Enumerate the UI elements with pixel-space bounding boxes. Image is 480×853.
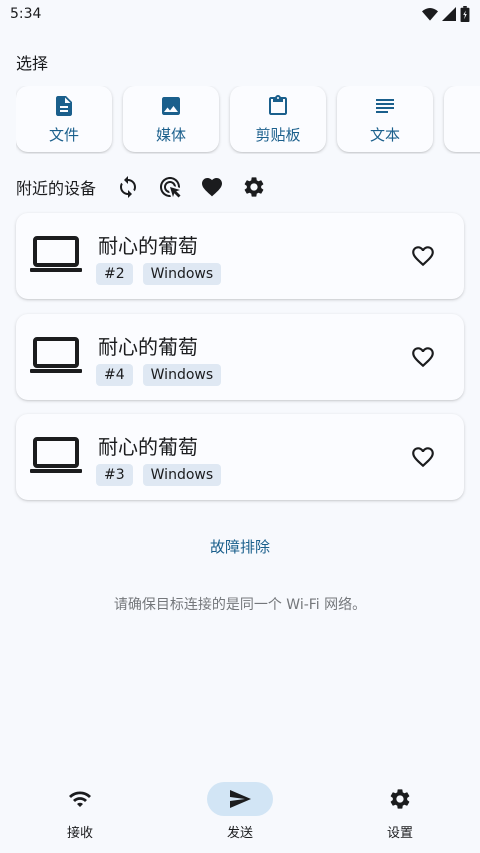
nav-send-label: 发送 bbox=[226, 826, 253, 841]
cell-signal-icon bbox=[442, 7, 456, 21]
manual-send-button[interactable] bbox=[158, 175, 182, 199]
laptop-icon bbox=[30, 437, 82, 473]
nav-send[interactable]: 发送 bbox=[180, 782, 300, 841]
nearby-settings-button[interactable] bbox=[242, 175, 266, 199]
share-clipboard-label: 剪贴板 bbox=[255, 125, 301, 144]
device-os-tag: Windows bbox=[142, 464, 222, 486]
favorite-outline-icon[interactable] bbox=[410, 344, 436, 370]
laptop-icon bbox=[30, 337, 82, 373]
device-name: 耐心的葡萄 bbox=[98, 234, 198, 258]
select-section-title: 选择 bbox=[16, 54, 49, 73]
status-time: 5:34 bbox=[10, 6, 42, 22]
device-id-tag: #2 bbox=[96, 263, 133, 285]
quick-share-row: 文件 媒体 剪贴板 文本 文 bbox=[16, 86, 480, 154]
nav-send-pill bbox=[207, 782, 273, 816]
favorite-outline-icon[interactable] bbox=[410, 444, 436, 470]
nav-receive[interactable]: 接收 bbox=[20, 782, 140, 841]
wifi-icon bbox=[69, 791, 91, 807]
nav-settings[interactable]: 设置 bbox=[340, 782, 460, 841]
device-os-tag: Windows bbox=[142, 364, 222, 386]
clipboard-icon bbox=[269, 94, 287, 115]
same-network-hint: 请确保目标连接的是同一个 Wi-Fi 网络。 bbox=[113, 597, 367, 613]
device-tags: #3 Windows bbox=[96, 464, 222, 486]
device-card[interactable]: 耐心的葡萄 #2 Windows bbox=[16, 213, 464, 299]
device-id-tag: #4 bbox=[96, 364, 133, 386]
nav-settings-label: 设置 bbox=[386, 826, 413, 841]
nav-settings-pill bbox=[367, 782, 433, 816]
favorites-icon bbox=[202, 178, 223, 197]
nav-receive-label: 接收 bbox=[66, 826, 93, 841]
device-tags: #4 Windows bbox=[96, 364, 222, 386]
share-text-button[interactable]: 文本 bbox=[337, 86, 433, 152]
share-media-button[interactable]: 媒体 bbox=[123, 86, 219, 152]
device-card[interactable]: 耐心的葡萄 #3 Windows bbox=[16, 414, 464, 500]
status-icons bbox=[422, 6, 470, 22]
device-card[interactable]: 耐心的葡萄 #4 Windows bbox=[16, 314, 464, 400]
favorite-outline-icon[interactable] bbox=[410, 243, 436, 269]
wifi-signal-icon bbox=[422, 8, 438, 21]
share-file-label: 文件 bbox=[48, 125, 79, 144]
refresh-button[interactable] bbox=[116, 175, 140, 199]
device-name: 耐心的葡萄 bbox=[98, 335, 198, 359]
image-icon bbox=[162, 96, 180, 115]
device-name: 耐心的葡萄 bbox=[98, 435, 198, 459]
settings-icon bbox=[390, 789, 410, 809]
laptop-icon bbox=[30, 236, 82, 272]
share-more-button[interactable]: 文 bbox=[444, 86, 480, 152]
share-media-label: 媒体 bbox=[155, 125, 186, 144]
troubleshoot-link[interactable]: 故障排除 bbox=[0, 536, 480, 557]
nav-receive-pill bbox=[47, 782, 113, 816]
send-icon bbox=[230, 790, 251, 808]
text-icon bbox=[376, 98, 394, 113]
device-id-tag: #3 bbox=[96, 464, 133, 486]
bottom-navigation: 接收 发送 设置 bbox=[0, 770, 480, 853]
device-os-tag: Windows bbox=[142, 263, 222, 285]
share-clipboard-button[interactable]: 剪贴板 bbox=[230, 86, 326, 152]
share-file-button[interactable]: 文件 bbox=[16, 86, 112, 152]
share-text-label: 文本 bbox=[369, 125, 400, 144]
settings-icon bbox=[244, 177, 264, 197]
nearby-devices-header: 附近的设备 bbox=[16, 172, 476, 202]
refresh-icon bbox=[120, 176, 137, 198]
nearby-devices-title: 附近的设备 bbox=[16, 179, 97, 198]
scan-target-icon bbox=[160, 177, 181, 198]
status-bar: 5:34 bbox=[0, 0, 480, 28]
device-tags: #2 Windows bbox=[96, 263, 222, 285]
file-icon bbox=[56, 95, 72, 116]
favorites-button[interactable] bbox=[200, 175, 224, 199]
battery-icon bbox=[460, 6, 470, 22]
